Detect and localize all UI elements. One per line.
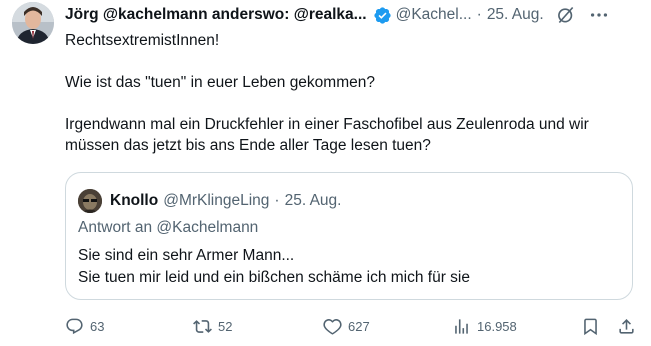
views-icon [455,318,468,334]
retweet-icon [193,319,212,333]
retweet-button[interactable]: 52 [193,317,232,336]
share-icon [619,318,634,334]
tweet-paragraph: RechtsextremistInnen! [65,32,220,49]
tweet-paragraph: Wie ist das "tuen" in euer Leben gekomme… [65,74,375,91]
separator-dot: · [476,6,482,23]
reply-button[interactable]: 63 [65,317,104,336]
separator-dot: · [274,192,280,209]
bookmark-icon [584,318,597,335]
heart-icon [323,318,342,335]
reply-count: 63 [90,318,105,334]
more-icon[interactable] [588,4,610,26]
reply-prefix: Antwort an [78,219,157,236]
reply-mention[interactable]: @Kachelmann [156,219,258,236]
tweet-paragraph: Irgendwann mal ein Druckfehler in einer … [65,116,589,154]
author-name[interactable]: Jörg @kachelmann anderswo: @realka... [65,6,367,24]
like-count: 627 [348,318,370,334]
retweet-count: 52 [218,318,233,334]
quoted-tweet-date[interactable]: 25. Aug. [285,192,342,210]
quoted-tweet-text: Sie sind ein sehr Armer Mann... Sie tuen… [78,245,470,289]
tweet-header: Jörg @kachelmann anderswo: @realka... @K… [65,4,641,26]
views-count: 16.958 [477,318,517,334]
author-avatar[interactable] [12,2,54,44]
grok-icon[interactable] [556,5,576,25]
quoted-tweet[interactable]: Knollo @MrKlingeLing · 25. Aug. Antwort … [65,172,633,300]
views-button[interactable]: 16.958 [452,317,517,336]
author-handle[interactable]: @Kachel... [396,6,472,24]
quoted-tweet-line: Sie sind ein sehr Armer Mann... [78,247,295,264]
reply-icon [66,318,83,334]
action-bar: 63 52 627 16.958 [65,314,637,338]
quoted-tweet-header: Knollo @MrKlingeLing · 25. Aug. [78,189,341,213]
like-button[interactable]: 627 [323,317,370,336]
quoted-tweet-line: Sie tuen mir leid und ein bißchen schäme… [78,269,470,286]
reply-context: Antwort an @Kachelmann [78,219,258,237]
verified-badge-icon[interactable] [373,6,392,25]
bookmark-button[interactable] [581,317,606,336]
share-button[interactable] [617,317,642,336]
quoted-author-name[interactable]: Knollo [110,192,158,210]
quoted-author-avatar[interactable] [78,189,102,213]
tweet-date[interactable]: 25. Aug. [487,6,544,24]
tweet-text: RechtsextremistInnen! Wie ist das "tuen"… [65,30,635,156]
quoted-author-handle[interactable]: @MrKlingeLing [163,192,269,210]
